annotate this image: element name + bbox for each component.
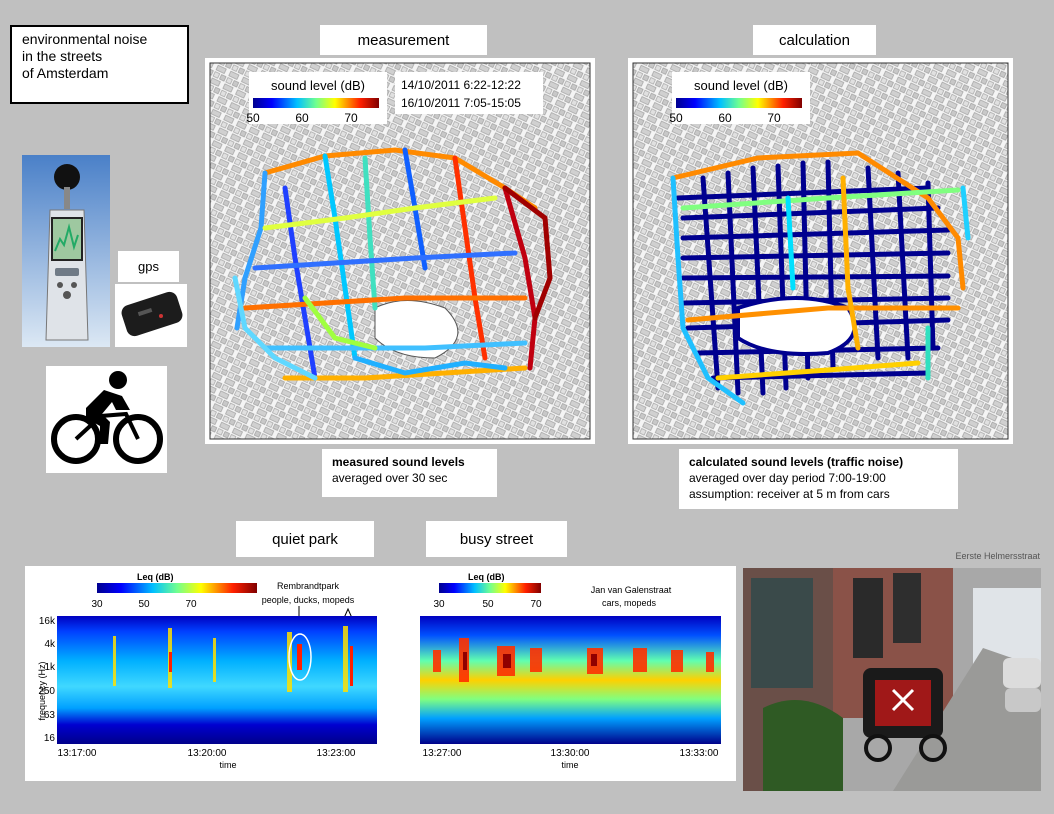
street-photo [743,568,1041,791]
calculation-colorbar [676,98,802,108]
measurement-date-2: 16/10/2011 7:05-15:05 [401,96,521,110]
title-line-3: of Amsterdam [22,65,109,81]
calculation-tick-60: 60 [718,111,732,125]
measurement-colorbar-title: sound level (dB) [271,78,365,93]
spectrogram-panel: Leq (dB) 30 50 70 Rembrandtpark people, … [25,566,736,781]
busy-street-tick-50: 50 [482,599,494,610]
cyclist-icon [46,366,167,473]
gps-device-image [115,284,187,347]
quiet-park-x-label: time [219,760,236,770]
quiet-park-colorbar [97,583,257,593]
quiet-park-x-tick-1: 13:17:00 [58,748,97,759]
quiet-park-tick-50: 50 [138,599,150,610]
calculation-map-panel: sound level (dB) 50 60 70 [628,58,1013,444]
measurement-tick-50: 50 [246,111,260,125]
photo-caption: Eerste Helmersstraat [955,551,1040,561]
measurement-tick-70: 70 [344,111,358,125]
busy-street-x-tick-2: 13:30:00 [551,748,590,759]
quiet-park-x-tick-3: 13:23:00 [317,748,356,759]
quiet-park-header: quiet park [236,521,374,557]
busy-street-annotation-2: cars, mopeds [602,598,657,608]
y-tick-250: 250 [38,686,55,697]
quiet-park-tick-70: 70 [185,599,197,610]
busy-street-spectrogram: Leq (dB) 30 50 70 Jan van Galenstraat ca… [420,572,721,770]
y-tick-16: 16 [44,733,56,744]
busy-street-colorbar-title: Leq (dB) [468,572,505,582]
calculation-tick-70: 70 [767,111,781,125]
busy-street-x-label: time [561,760,578,770]
busy-street-annotation-1: Jan van Galenstraat [591,585,672,595]
y-tick-4k: 4k [44,639,56,650]
gps-label: gps [118,251,179,282]
measurement-header: measurement [320,25,487,55]
y-tick-16k: 16k [39,616,56,627]
calculation-caption-title: calculated sound levels (traffic noise) [689,455,904,469]
busy-street-tick-30: 30 [433,599,445,610]
calculation-header: calculation [753,25,876,55]
quiet-park-tick-30: 30 [91,599,103,610]
calculation-colorbar-title: sound level (dB) [694,78,788,93]
busy-street-header: busy street [426,521,567,557]
calculation-tick-50: 50 [669,111,683,125]
sound-level-meter-image [22,155,110,347]
measurement-map-panel: sound level (dB) 50 60 70 14/10/2011 6:2… [205,58,595,444]
title-line-2: in the streets [22,48,103,64]
title-box: environmental noise in the streets of Am… [10,25,189,104]
measurement-caption-line2: averaged over 30 sec [332,471,448,485]
quiet-park-spectrogram: Leq (dB) 30 50 70 Rembrandtpark people, … [37,572,377,770]
calculation-caption-line3: assumption: receiver at 5 m from cars [689,487,890,501]
measurement-date-1: 14/10/2011 6:22-12:22 [401,78,521,92]
quiet-park-x-tick-2: 13:20:00 [188,748,227,759]
calculation-caption-line2: averaged over day period 7:00-19:00 [689,471,886,485]
measurement-tick-60: 60 [295,111,309,125]
busy-street-x-tick-3: 13:33:00 [680,748,719,759]
quiet-park-annotation-1: Rembrandtpark [277,581,340,591]
measurement-map: sound level (dB) 50 60 70 14/10/2011 6:2… [209,62,591,440]
calculation-caption: calculated sound levels (traffic noise) … [679,449,958,509]
quiet-park-annotation-2: people, ducks, mopeds [262,595,355,605]
busy-street-tick-70: 70 [530,599,542,610]
y-tick-1k: 1k [44,662,56,673]
calculation-map: sound level (dB) 50 60 70 [632,62,1009,440]
y-tick-63: 63 [44,710,56,721]
measurement-caption: measured sound levels averaged over 30 s… [322,449,497,497]
measurement-caption-title: measured sound levels [332,455,465,469]
title-line-1: environmental noise [22,31,148,47]
quiet-park-colorbar-title: Leq (dB) [137,572,174,582]
busy-street-colorbar [439,583,541,593]
busy-street-x-tick-1: 13:27:00 [423,748,462,759]
measurement-colorbar [253,98,379,108]
